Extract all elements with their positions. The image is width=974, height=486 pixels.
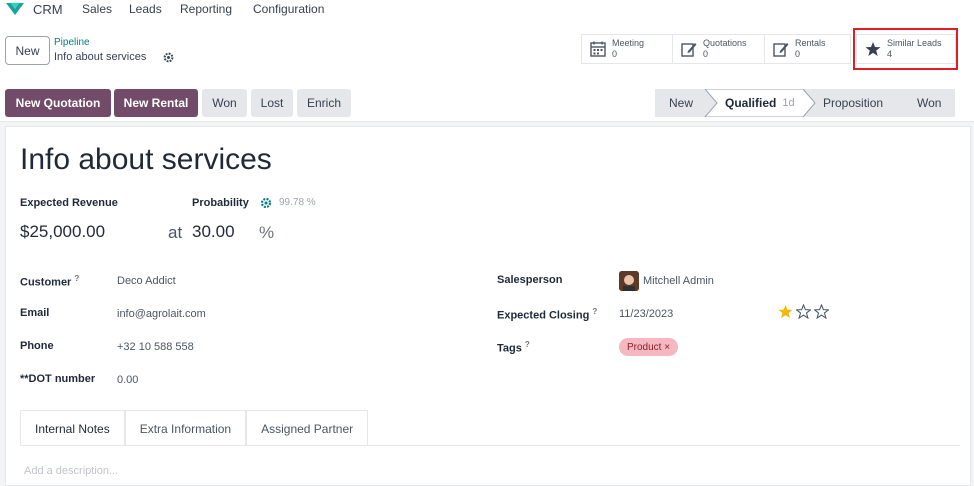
- probability-input[interactable]: 30.00: [192, 222, 235, 242]
- quotations-button[interactable]: Quotations 0: [673, 35, 765, 63]
- rentals-button[interactable]: Rentals 0: [765, 35, 850, 63]
- expected-revenue-input[interactable]: $25,000.00: [20, 222, 105, 242]
- priority-widget: [778, 304, 829, 319]
- top-navbar: CRM Sales Leads Reporting Configuration: [0, 0, 974, 22]
- stage-arrows: [704, 89, 816, 117]
- quotations-count: 0: [703, 49, 709, 59]
- dot-number-field[interactable]: 0.00: [117, 374, 138, 386]
- star-empty-icon[interactable]: [796, 304, 811, 319]
- help-mark: ?: [592, 307, 598, 316]
- tab-divider: [20, 445, 960, 446]
- stage-qualified[interactable]: Qualified 1d: [725, 89, 795, 117]
- breadcrumb-current: Info about services: [54, 51, 147, 63]
- star-filled-icon[interactable]: [778, 304, 793, 319]
- lost-button[interactable]: Lost: [251, 89, 293, 117]
- expected-closing-label: Expected Closing ?: [497, 307, 597, 322]
- menu-sales[interactable]: Sales: [82, 2, 112, 16]
- won-button[interactable]: Won: [202, 89, 247, 117]
- quotations-label: Quotations: [703, 38, 747, 48]
- customer-label: Customer ?: [20, 274, 79, 289]
- stage-statusbar: New Qualified 1d Proposition Won: [655, 89, 955, 117]
- salesperson-label: Salesperson: [497, 274, 563, 286]
- help-mark: ?: [524, 340, 530, 349]
- phone-field[interactable]: +32 10 588 558: [117, 341, 194, 353]
- meeting-label: Meeting: [612, 38, 645, 48]
- meeting-button[interactable]: Meeting 0: [582, 35, 673, 63]
- stage-proposition[interactable]: Proposition: [823, 89, 883, 117]
- dot-number-label: **DOT number: [20, 373, 96, 385]
- probability-label: Probability: [192, 197, 249, 209]
- calendar-icon: [590, 41, 606, 57]
- breadcrumb-pipeline[interactable]: Pipeline: [54, 37, 90, 48]
- star-empty-icon[interactable]: [814, 304, 829, 319]
- form-sheet: Info about services Expected Revenue Pro…: [5, 126, 971, 486]
- lead-title[interactable]: Info about services: [20, 143, 272, 177]
- customer-field[interactable]: Deco Addict: [117, 275, 176, 287]
- email-field[interactable]: info@agrolait.com: [117, 308, 206, 320]
- customer-label-text: Customer: [20, 276, 72, 289]
- new-button[interactable]: New: [5, 36, 50, 65]
- tab-assigned-partner[interactable]: Assigned Partner: [246, 410, 369, 446]
- email-label: Email: [20, 307, 50, 319]
- crm-logo-icon[interactable]: [5, 1, 25, 17]
- rentals-count: 0: [795, 49, 801, 59]
- at-label: at: [168, 223, 183, 242]
- edit-icon: [773, 43, 789, 57]
- menu-reporting[interactable]: Reporting: [180, 2, 232, 16]
- expected-revenue-label: Expected Revenue: [20, 197, 118, 209]
- menu-leads[interactable]: Leads: [129, 2, 162, 16]
- similar-leads-highlight: [853, 28, 958, 70]
- percent-sign: %: [259, 223, 275, 242]
- tag-product[interactable]: Product ×: [619, 338, 679, 356]
- app-brand[interactable]: CRM: [33, 2, 63, 17]
- meeting-count: 0: [612, 49, 618, 59]
- tags-label: Tags ?: [497, 340, 530, 355]
- tab-extra-information[interactable]: Extra Information: [124, 410, 247, 446]
- description-input[interactable]: Add a description...: [24, 465, 118, 477]
- probability-gear-icon[interactable]: [260, 197, 272, 209]
- menu-configuration[interactable]: Configuration: [253, 2, 324, 16]
- expected-closing-label-text: Expected Closing: [497, 309, 590, 322]
- edit-icon: [681, 43, 697, 57]
- expected-closing-field[interactable]: 11/23/2023: [619, 308, 673, 320]
- help-mark: ?: [74, 274, 80, 283]
- stage-won[interactable]: Won: [917, 89, 941, 117]
- enrich-button[interactable]: Enrich: [297, 89, 351, 117]
- notebook-tabs: Internal Notes Extra Information Assigne…: [20, 410, 369, 446]
- phone-label: Phone: [20, 340, 54, 352]
- smart-buttons: Meeting 0 Quotations 0 Rentals 0: [581, 34, 851, 64]
- stage-qualified-label: Qualified: [725, 96, 777, 110]
- rentals-label: Rentals: [795, 38, 826, 48]
- new-quotation-button[interactable]: New Quotation: [5, 89, 111, 117]
- stage-new[interactable]: New: [669, 89, 693, 117]
- salesperson-field[interactable]: Mitchell Admin: [643, 275, 714, 287]
- salesperson-avatar: [619, 271, 639, 291]
- tab-internal-notes[interactable]: Internal Notes: [20, 410, 125, 446]
- new-rental-button[interactable]: New Rental: [114, 89, 198, 117]
- gear-icon[interactable]: [163, 52, 174, 63]
- stage-qualified-duration: 1d: [782, 97, 795, 109]
- probability-hint: 99.78 %: [279, 197, 316, 208]
- tags-label-text: Tags: [497, 342, 522, 355]
